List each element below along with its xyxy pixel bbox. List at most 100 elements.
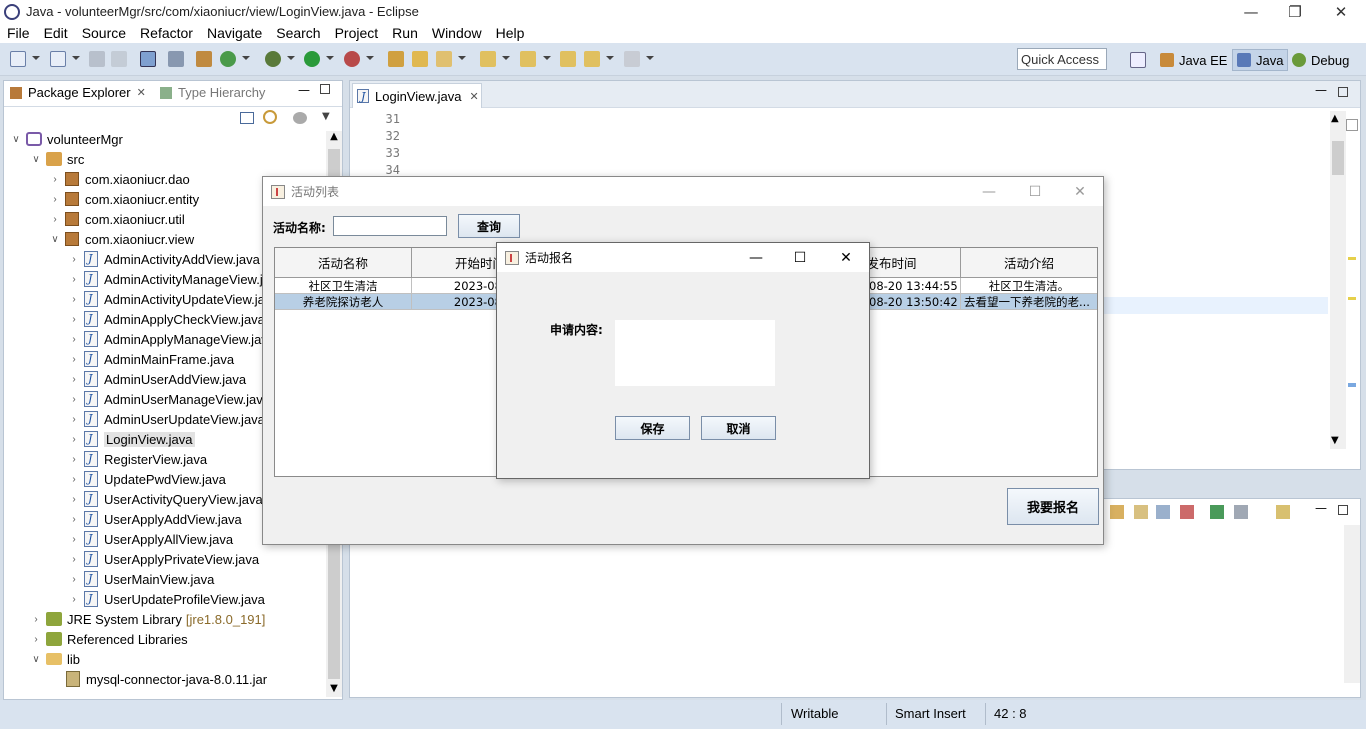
tree-file[interactable]: ›AdminActivityAddView.java (68, 249, 260, 269)
last-edit-icon[interactable] (560, 51, 576, 67)
activity-name-input[interactable] (333, 216, 447, 236)
panel-tool-icon[interactable] (1234, 505, 1248, 519)
collapsed-icon[interactable]: › (68, 274, 80, 285)
panel-scrollbar[interactable] (1344, 525, 1360, 683)
perspective-debug[interactable]: Debug (1292, 49, 1349, 71)
tree-file[interactable]: ›AdminUserUpdateView.java (68, 409, 265, 429)
minimize-view-icon[interactable]: — (1315, 83, 1327, 97)
chevron-down-icon[interactable] (72, 56, 80, 60)
tree-file[interactable]: ›UserApplyPrivateView.java (68, 549, 259, 569)
tree-file[interactable]: ›AdminActivityUpdateView.java (68, 289, 279, 309)
expanded-icon[interactable]: ∨ (10, 134, 22, 145)
next-annotation-icon[interactable] (480, 51, 496, 67)
tree-referenced-libraries[interactable]: › Referenced Libraries (30, 629, 187, 649)
collapsed-icon[interactable]: › (68, 394, 80, 405)
chevron-down-icon[interactable] (606, 56, 614, 60)
maximize-icon[interactable]: ☐ (777, 243, 823, 272)
perspective-java[interactable]: Java (1232, 49, 1289, 71)
collapsed-icon[interactable]: › (68, 514, 80, 525)
menu-source[interactable]: Source (82, 25, 126, 41)
collapsed-icon[interactable]: › (68, 574, 80, 585)
menu-run[interactable]: Run (392, 25, 418, 41)
collapsed-icon[interactable]: › (49, 174, 61, 185)
open-perspective-icon[interactable] (1130, 52, 1146, 68)
tree-file[interactable]: ›AdminMainFrame.java (68, 349, 234, 369)
tree-file[interactable]: ›AdminUserAddView.java (68, 369, 246, 389)
menu-refactor[interactable]: Refactor (140, 25, 193, 41)
expanded-icon[interactable]: ∨ (30, 154, 42, 165)
save-icon[interactable] (89, 51, 105, 67)
close-icon[interactable]: ✕ (1057, 177, 1103, 206)
collapsed-icon[interactable]: › (68, 294, 80, 305)
signup-button[interactable]: 我要报名 (1007, 488, 1099, 525)
tab-package-explorer[interactable]: Package Explorer ✕ (10, 85, 146, 100)
tree-file[interactable]: ›AdminUserManageView.java (68, 389, 270, 409)
panel-tool-icon[interactable] (1110, 505, 1124, 519)
tree-lib-folder[interactable]: ∨ lib (30, 649, 80, 669)
menu-edit[interactable]: Edit (44, 25, 68, 41)
tree-package[interactable]: › com.xiaoniucr.entity (49, 189, 199, 209)
save-button[interactable]: 保存 (615, 416, 690, 440)
collapsed-icon[interactable]: › (30, 634, 42, 645)
tree-file[interactable]: ›AdminActivityManageView.java (68, 269, 284, 289)
collapsed-icon[interactable]: › (68, 554, 80, 565)
menu-search[interactable]: Search (276, 25, 320, 41)
quick-access-input[interactable]: Quick Access (1017, 48, 1107, 70)
tree-package[interactable]: ∨ com.xiaoniucr.view (49, 229, 194, 249)
tree-file[interactable]: ›UserApplyAddView.java (68, 509, 242, 529)
tab-type-hierarchy[interactable]: Type Hierarchy (160, 85, 265, 100)
tree-file[interactable]: ›AdminApplyCheckView.java (68, 309, 265, 329)
collapsed-icon[interactable]: › (68, 414, 80, 425)
open-type-icon[interactable] (388, 51, 404, 67)
tree-file[interactable]: ›AdminApplyManageView.java (68, 329, 275, 349)
debug-icon[interactable] (265, 51, 281, 67)
tree-project[interactable]: ∨ volunteerMgr (10, 129, 123, 149)
editor-scrollbar[interactable]: ▲ ▼ (1330, 111, 1346, 449)
forward-icon[interactable] (624, 51, 640, 67)
query-button[interactable]: 查询 (458, 214, 520, 238)
tree-file[interactable]: ›UserApplyAllView.java (68, 529, 233, 549)
focus-task-icon[interactable] (293, 112, 307, 124)
chevron-down-icon[interactable] (366, 56, 374, 60)
minimize-icon[interactable]: — (1228, 0, 1274, 23)
console-icon[interactable] (140, 51, 156, 67)
chevron-down-icon[interactable] (543, 56, 551, 60)
scroll-down-icon[interactable]: ▼ (327, 683, 341, 697)
collapsed-icon[interactable]: › (68, 354, 80, 365)
menu-help[interactable]: Help (496, 25, 525, 41)
build-icon[interactable] (196, 51, 212, 67)
save-all-icon[interactable] (111, 51, 127, 67)
tab-loginview[interactable]: LoginView.java ✕ (352, 83, 482, 108)
edit-icon[interactable] (436, 51, 452, 67)
menu-navigate[interactable]: Navigate (207, 25, 262, 41)
tree-jre[interactable]: › JRE System Library [jre1.8.0_191] (30, 609, 265, 629)
collapsed-icon[interactable]: › (68, 334, 80, 345)
view-menu-icon[interactable]: ▼ (322, 111, 330, 122)
restore-icon[interactable]: ❐ (1272, 0, 1318, 23)
cancel-button[interactable]: 取消 (701, 416, 776, 440)
refresh-icon[interactable] (220, 51, 236, 67)
tree-file[interactable]: ›UpdatePwdView.java (68, 469, 226, 489)
maximize-icon[interactable]: ☐ (1012, 177, 1058, 206)
collapsed-icon[interactable]: › (68, 494, 80, 505)
collapsed-icon[interactable]: › (68, 374, 80, 385)
menu-project[interactable]: Project (335, 25, 379, 41)
collapsed-icon[interactable]: › (49, 214, 61, 225)
minimize-view-icon[interactable]: — (298, 83, 310, 97)
chevron-down-icon[interactable] (646, 56, 654, 60)
close-icon[interactable]: ✕ (470, 90, 479, 103)
new-icon[interactable] (10, 51, 26, 67)
collapsed-icon[interactable]: › (68, 314, 80, 325)
collapsed-icon[interactable]: › (68, 254, 80, 265)
scroll-up-icon[interactable]: ▲ (1331, 113, 1339, 124)
tree-file-selected[interactable]: ›LoginView.java (68, 429, 195, 449)
collapsed-icon[interactable]: › (30, 614, 42, 625)
link-editor-icon[interactable] (263, 110, 277, 124)
maximize-view-icon[interactable] (320, 84, 330, 94)
perspective-java-ee[interactable]: Java EE (1160, 49, 1227, 71)
new-package-icon[interactable] (50, 51, 66, 67)
chevron-down-icon[interactable] (458, 56, 466, 60)
chevron-down-icon[interactable] (242, 56, 250, 60)
panel-tool-icon[interactable] (1210, 505, 1224, 519)
open-folder-icon[interactable] (412, 51, 428, 67)
